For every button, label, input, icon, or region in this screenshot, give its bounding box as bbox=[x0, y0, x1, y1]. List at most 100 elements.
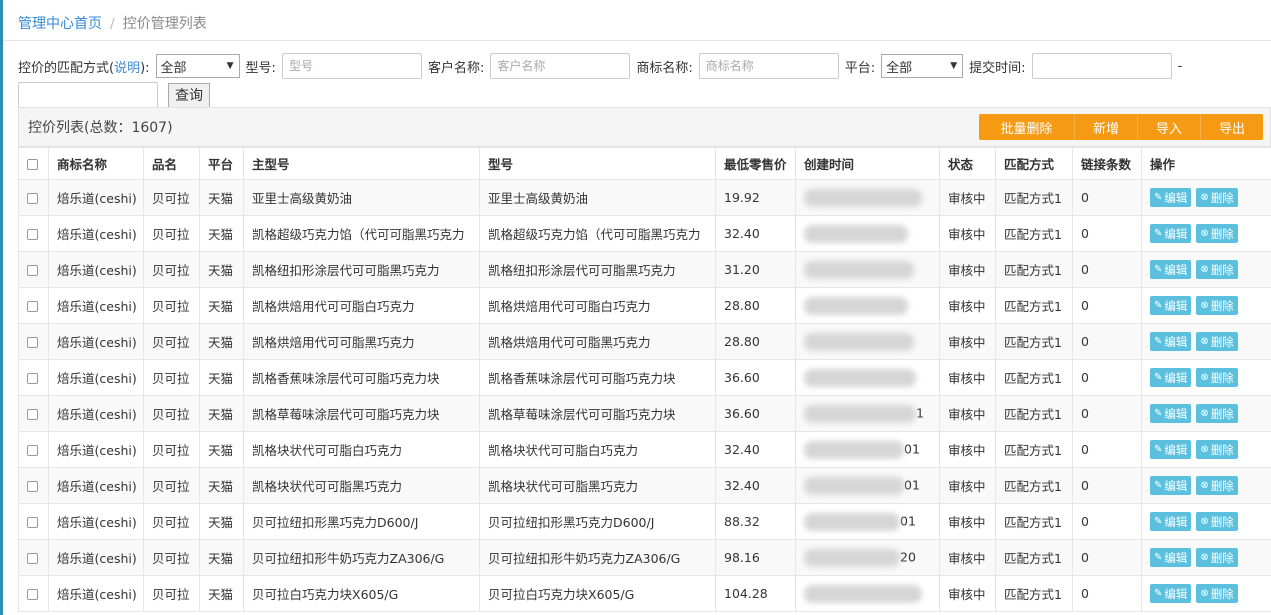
row-checkbox[interactable] bbox=[27, 265, 38, 276]
edit-button[interactable]: ✎ 编辑 bbox=[1150, 332, 1192, 351]
platform-select[interactable]: 全部 ▼ bbox=[881, 54, 964, 78]
delete-button[interactable]: ⊗ 删除 bbox=[1196, 440, 1238, 459]
delete-button[interactable]: ⊗ 删除 bbox=[1196, 584, 1238, 603]
match-mode-cell: 匹配方式1 bbox=[995, 323, 1073, 360]
match-mode-cell: 匹配方式1 bbox=[995, 575, 1073, 612]
edit-icon: ✎ bbox=[1154, 516, 1163, 527]
delete-button[interactable]: ⊗ 删除 bbox=[1196, 476, 1238, 495]
import-button[interactable]: 导入 bbox=[1137, 114, 1200, 140]
table-row: 焙乐道(ceshi) 贝可拉 天猫 贝可拉纽扣形黑巧克力D600/J 贝可拉纽扣形黑巧克… bbox=[18, 503, 1271, 540]
add-button[interactable]: 新增 bbox=[1074, 114, 1137, 140]
delete-button[interactable]: ⊗ 删除 bbox=[1196, 548, 1238, 567]
delete-button[interactable]: ⊗ 删除 bbox=[1196, 188, 1238, 207]
edit-button[interactable]: ✎ 编辑 bbox=[1150, 512, 1192, 531]
link-count-cell: 0 bbox=[1072, 179, 1142, 216]
query-button[interactable]: 查询 bbox=[168, 82, 210, 108]
edit-icon: ✎ bbox=[1154, 480, 1163, 491]
table-row: 焙乐道(ceshi) 贝可拉 天猫 凯格烘焙用代可可脂黑巧克力 凯格烘焙用代可可脂黑巧克… bbox=[18, 323, 1271, 360]
edit-button[interactable]: ✎ 编辑 bbox=[1150, 188, 1192, 207]
status-cell: 审核中 bbox=[939, 503, 996, 540]
select-all-checkbox[interactable] bbox=[27, 159, 38, 170]
brand-input[interactable] bbox=[698, 53, 839, 79]
column-header: 创建时间 bbox=[795, 147, 940, 180]
edit-button[interactable]: ✎ 编辑 bbox=[1150, 404, 1192, 423]
row-select-cell bbox=[18, 431, 49, 468]
table-row: 焙乐道(ceshi) 贝可拉 天猫 亚里士高级黄奶油 亚里士高级黄奶油 19.92 审核中匹… bbox=[18, 179, 1271, 216]
row-checkbox[interactable] bbox=[27, 589, 38, 600]
edit-button[interactable]: ✎ 编辑 bbox=[1150, 368, 1192, 387]
row-select-cell bbox=[18, 251, 49, 288]
row-checkbox[interactable] bbox=[27, 229, 38, 240]
row-checkbox[interactable] bbox=[27, 517, 38, 528]
batch-delete-button[interactable]: 批量删除 bbox=[979, 114, 1074, 140]
delete-button[interactable]: ⊗ 删除 bbox=[1196, 224, 1238, 243]
redacted-blur bbox=[804, 332, 914, 351]
row-select-cell bbox=[18, 395, 49, 432]
actions-cell: ✎ 编辑 ⊗ 删除 bbox=[1141, 431, 1271, 468]
min-price-cell: 19.92 bbox=[715, 179, 796, 216]
match-mode-label: 控价的匹配方式(说明): bbox=[18, 60, 150, 76]
column-header: 状态 bbox=[939, 147, 996, 180]
edit-button[interactable]: ✎ 编辑 bbox=[1150, 224, 1192, 243]
breadcrumb-home-link[interactable]: 管理中心首页 bbox=[18, 16, 102, 32]
model-input[interactable] bbox=[281, 53, 422, 79]
submit-time-start-input[interactable] bbox=[1031, 53, 1172, 79]
edit-icon: ✎ bbox=[1154, 372, 1163, 383]
row-checkbox[interactable] bbox=[27, 337, 38, 348]
row-select-cell bbox=[18, 467, 49, 504]
delete-button[interactable]: ⊗ 删除 bbox=[1196, 332, 1238, 351]
table-row: 焙乐道(ceshi) 贝可拉 天猫 凯格烘焙用代可可脂白巧克力 凯格烘焙用代可可脂白巧克… bbox=[18, 287, 1271, 324]
brand-name-cell: 焙乐道(ceshi) bbox=[48, 467, 144, 504]
link-count-cell: 0 bbox=[1072, 431, 1142, 468]
delete-button[interactable]: ⊗ 删除 bbox=[1196, 260, 1238, 279]
row-checkbox[interactable] bbox=[27, 193, 38, 204]
delete-button[interactable]: ⊗ 删除 bbox=[1196, 404, 1238, 423]
edit-button[interactable]: ✎ 编辑 bbox=[1150, 296, 1192, 315]
column-header: 最低零售价 bbox=[715, 147, 796, 180]
platform-cell: 天猫 bbox=[199, 539, 244, 576]
edit-icon: ✎ bbox=[1154, 588, 1163, 599]
export-button[interactable]: 导出 bbox=[1200, 114, 1263, 140]
actions-cell: ✎ 编辑 ⊗ 删除 bbox=[1141, 323, 1271, 360]
edit-button[interactable]: ✎ 编辑 bbox=[1150, 440, 1192, 459]
match-mode-cell: 匹配方式1 bbox=[995, 359, 1073, 396]
delete-icon: ⊗ bbox=[1200, 480, 1209, 491]
model-cell: 亚里士高级黄奶油 bbox=[479, 179, 716, 216]
status-cell: 审核中 bbox=[939, 575, 996, 612]
row-checkbox[interactable] bbox=[27, 481, 38, 492]
row-checkbox[interactable] bbox=[27, 373, 38, 384]
redacted-blur bbox=[804, 548, 900, 567]
status-cell: 审核中 bbox=[939, 395, 996, 432]
row-checkbox[interactable] bbox=[27, 409, 38, 420]
platform-cell: 天猫 bbox=[199, 359, 244, 396]
row-checkbox[interactable] bbox=[27, 301, 38, 312]
platform-cell: 天猫 bbox=[199, 287, 244, 324]
match-mode-help-link[interactable]: 说明 bbox=[114, 61, 140, 76]
main-model-cell: 贝可拉纽扣形黑巧克力D600/J bbox=[243, 503, 480, 540]
product-name-cell: 贝可拉 bbox=[143, 395, 200, 432]
edit-button[interactable]: ✎ 编辑 bbox=[1150, 584, 1192, 603]
row-select-cell bbox=[18, 503, 49, 540]
match-mode-select[interactable]: 全部 ▼ bbox=[155, 54, 240, 78]
delete-button[interactable]: ⊗ 删除 bbox=[1196, 512, 1238, 531]
row-select-cell bbox=[18, 179, 49, 216]
redacted-blur bbox=[804, 404, 916, 423]
delete-icon: ⊗ bbox=[1200, 192, 1209, 203]
breadcrumb: 管理中心首页 / 控价管理列表 bbox=[18, 13, 207, 33]
actions-cell: ✎ 编辑 ⊗ 删除 bbox=[1141, 359, 1271, 396]
edit-button[interactable]: ✎ 编辑 bbox=[1150, 476, 1192, 495]
edit-button[interactable]: ✎ 编辑 bbox=[1150, 260, 1192, 279]
customer-input[interactable] bbox=[490, 53, 631, 79]
link-count-cell: 0 bbox=[1072, 467, 1142, 504]
product-name-cell: 贝可拉 bbox=[143, 251, 200, 288]
brand-name-cell: 焙乐道(ceshi) bbox=[48, 287, 144, 324]
platform-cell: 天猫 bbox=[199, 431, 244, 468]
edit-button[interactable]: ✎ 编辑 bbox=[1150, 548, 1192, 567]
delete-button[interactable]: ⊗ 删除 bbox=[1196, 368, 1238, 387]
delete-button[interactable]: ⊗ 删除 bbox=[1196, 296, 1238, 315]
created-time-cell: 01 bbox=[795, 431, 940, 468]
row-checkbox[interactable] bbox=[27, 445, 38, 456]
row-checkbox[interactable] bbox=[27, 553, 38, 564]
delete-icon: ⊗ bbox=[1200, 588, 1209, 599]
submit-time-end-input[interactable] bbox=[18, 82, 158, 108]
